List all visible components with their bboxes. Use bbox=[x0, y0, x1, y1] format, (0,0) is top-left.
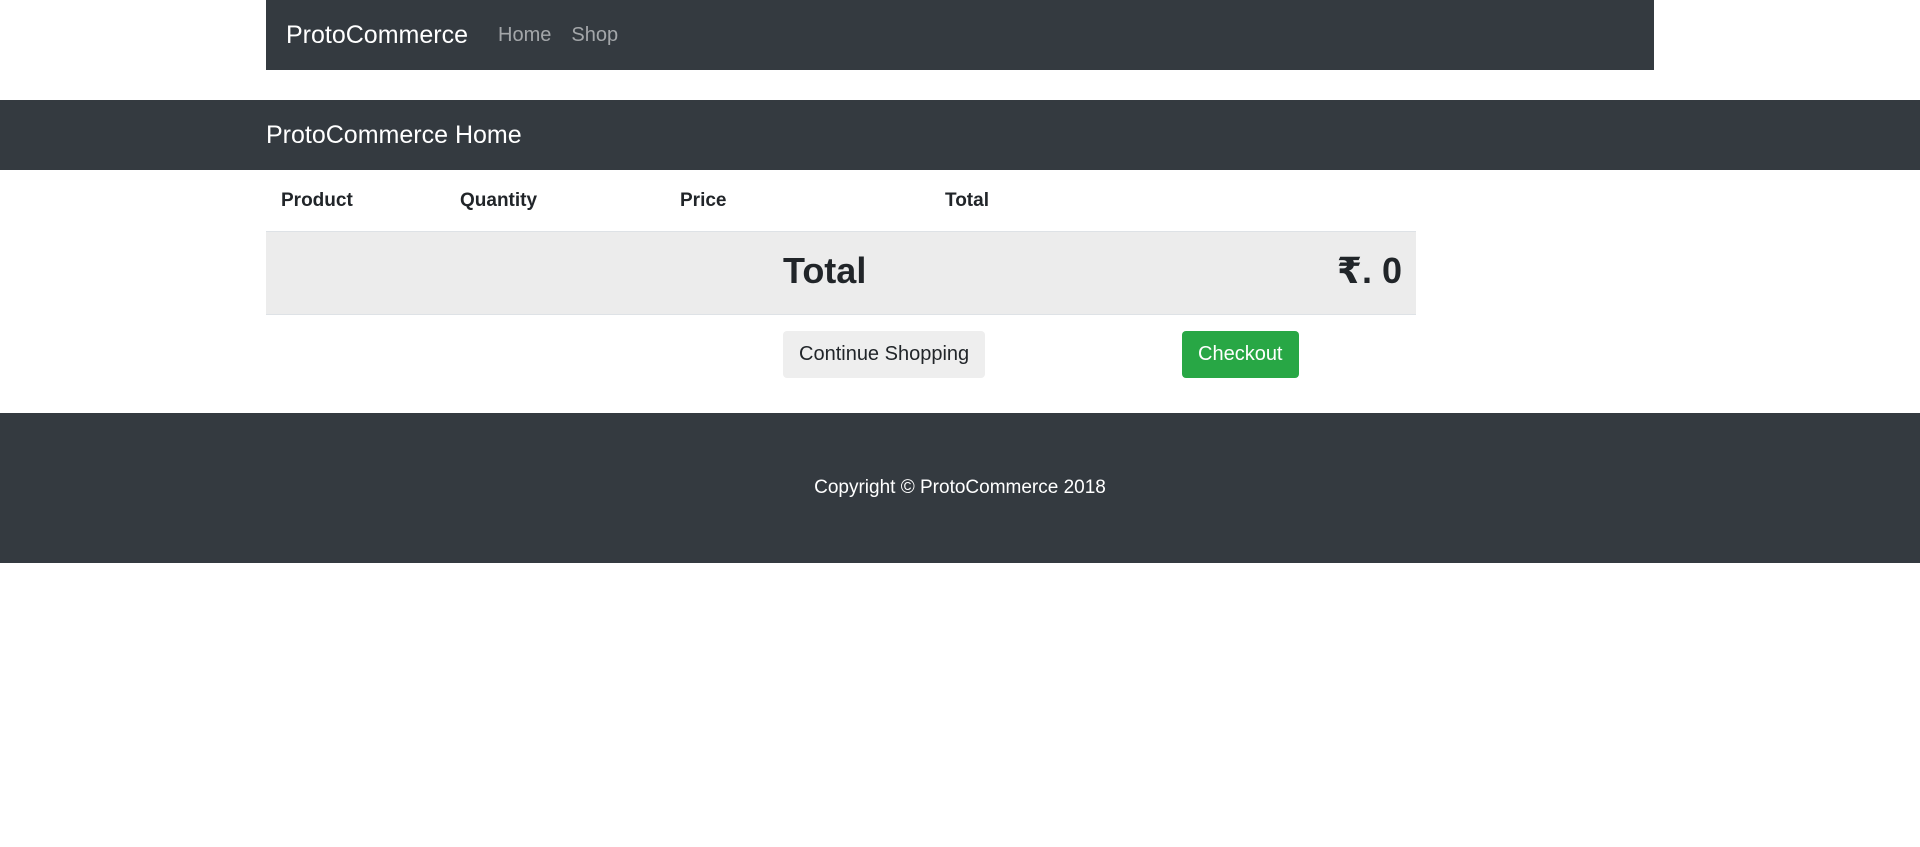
nav-link-shop[interactable]: Shop bbox=[571, 24, 618, 47]
checkout-button[interactable]: Checkout bbox=[1182, 331, 1299, 378]
cart-total-value: ₹. 0 bbox=[1336, 250, 1402, 291]
cart-table-header: Product Quantity Price Total bbox=[266, 170, 1416, 232]
cart-actions: Continue Shopping Checkout bbox=[266, 315, 1416, 378]
footer-copyright: Copyright © ProtoCommerce 2018 bbox=[814, 477, 1106, 498]
cart-total-label: Total bbox=[783, 250, 867, 291]
column-header-price: Price bbox=[680, 190, 727, 211]
column-header-product: Product bbox=[281, 190, 353, 211]
page-header: ProtoCommerce Home bbox=[0, 100, 1920, 170]
page-title: ProtoCommerce Home bbox=[266, 121, 522, 149]
column-header-quantity: Quantity bbox=[460, 190, 538, 211]
brand-link[interactable]: ProtoCommerce bbox=[286, 21, 468, 50]
cart-total-row: Total ₹. 0 bbox=[266, 232, 1416, 315]
page-footer: Copyright © ProtoCommerce 2018 bbox=[0, 413, 1920, 563]
top-navbar: ProtoCommerce Home Shop bbox=[266, 0, 1654, 70]
cart-table: Product Quantity Price Total Total ₹. 0 … bbox=[266, 170, 1416, 378]
nav-link-home[interactable]: Home bbox=[498, 24, 551, 47]
continue-shopping-button[interactable]: Continue Shopping bbox=[783, 331, 986, 378]
column-header-total: Total bbox=[945, 190, 989, 211]
